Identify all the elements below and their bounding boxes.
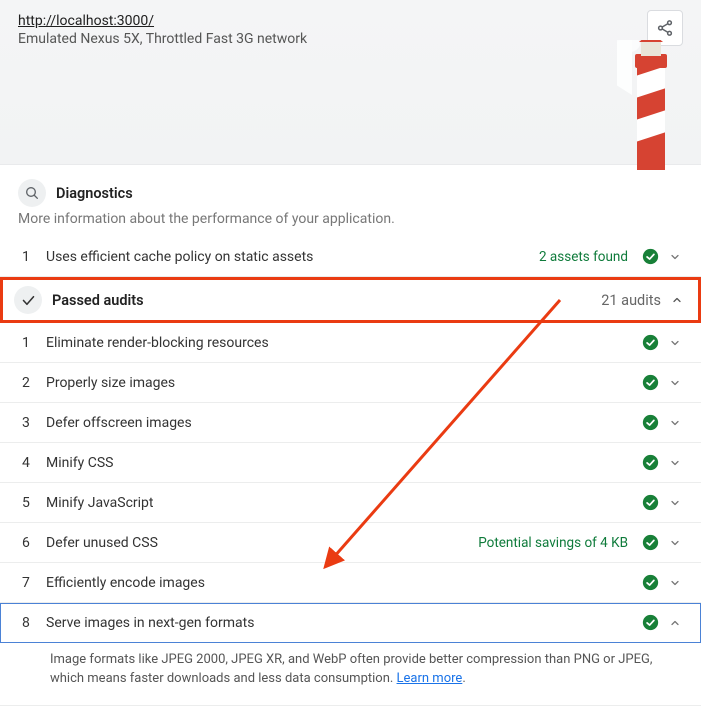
audit-description-text: Image formats like JPEG 2000, JPEG XR, a… — [50, 652, 652, 686]
chevron-down-icon — [669, 251, 683, 263]
row-number: 7 — [22, 575, 46, 591]
row-number: 3 — [22, 415, 46, 431]
diagnostics-title: Diagnostics — [56, 185, 133, 202]
chevron-down-icon — [669, 537, 683, 549]
audit-description: Image formats like JPEG 2000, JPEG XR, a… — [0, 643, 701, 706]
magnifier-icon — [18, 179, 46, 207]
device-subtitle: Emulated Nexus 5X, Throttled Fast 3G net… — [18, 31, 683, 47]
check-badge-icon — [642, 334, 659, 351]
check-badge-icon — [642, 454, 659, 471]
diagnostics-rows: 1 Uses efficient cache policy on static … — [0, 237, 701, 277]
row-number: 8 — [22, 615, 46, 631]
diagnostics-header: Diagnostics — [0, 165, 701, 211]
audit-row[interactable]: 7Efficiently encode images — [0, 563, 701, 603]
diagnostics-subtitle: More information about the performance o… — [0, 211, 701, 237]
audit-label: Uses efficient cache policy on static as… — [46, 249, 539, 265]
audit-row[interactable]: 8Serve images in next-gen formats — [0, 603, 701, 643]
chevron-up-icon — [671, 294, 683, 306]
audit-row[interactable]: 2Properly size images — [0, 363, 701, 403]
audit-label: Efficiently encode images — [46, 575, 642, 591]
audit-label: Eliminate render-blocking resources — [46, 335, 642, 351]
report-url-link[interactable]: http://localhost:3000/ — [18, 13, 154, 29]
audit-row[interactable]: 1Eliminate render-blocking resources — [0, 323, 701, 363]
audit-label: Properly size images — [46, 375, 642, 391]
audit-label: Serve images in next-gen formats — [46, 615, 642, 631]
audit-label: Defer offscreen images — [46, 415, 642, 431]
row-number: 5 — [22, 495, 46, 511]
chevron-up-icon — [669, 617, 683, 629]
passed-audits-count: 21 audits — [601, 292, 661, 309]
check-badge-icon — [642, 374, 659, 391]
audit-label: Minify CSS — [46, 455, 642, 471]
row-number: 2 — [22, 375, 46, 391]
check-badge-icon — [642, 574, 659, 591]
chevron-down-icon — [669, 577, 683, 589]
passed-audits-title: Passed audits — [52, 292, 601, 309]
audit-row[interactable]: 3Defer offscreen images — [0, 403, 701, 443]
passed-audit-rows: 1Eliminate render-blocking resources2Pro… — [0, 323, 701, 643]
audit-label: Minify JavaScript — [46, 495, 642, 511]
audit-row[interactable]: 4Minify CSS — [0, 443, 701, 483]
learn-more-link[interactable]: Learn more — [397, 671, 463, 686]
chevron-down-icon — [669, 337, 683, 349]
audit-row[interactable]: 6Defer unused CSSPotential savings of 4 … — [0, 523, 701, 563]
audit-extra: 2 assets found — [539, 249, 628, 265]
check-badge-icon — [642, 414, 659, 431]
check-badge-icon — [642, 494, 659, 511]
audit-row[interactable]: 1 Uses efficient cache policy on static … — [0, 237, 701, 277]
checkmark-icon — [14, 286, 42, 314]
share-icon — [656, 19, 674, 37]
row-number: 1 — [22, 335, 46, 351]
audit-extra: Potential savings of 4 KB — [478, 535, 628, 551]
audit-row[interactable]: 5Minify JavaScript — [0, 483, 701, 523]
check-badge-icon — [642, 614, 659, 631]
chevron-down-icon — [669, 417, 683, 429]
lighthouse-illustration — [617, 40, 677, 160]
passed-audits-header[interactable]: Passed audits 21 audits — [0, 277, 701, 323]
chevron-down-icon — [669, 377, 683, 389]
row-number: 4 — [22, 455, 46, 471]
check-badge-icon — [642, 248, 659, 265]
chevron-down-icon — [669, 497, 683, 509]
check-badge-icon — [642, 534, 659, 551]
report-header: http://localhost:3000/ Emulated Nexus 5X… — [0, 0, 701, 165]
row-number: 1 — [22, 249, 46, 265]
row-number: 6 — [22, 535, 46, 551]
audit-label: Defer unused CSS — [46, 535, 478, 551]
chevron-down-icon — [669, 457, 683, 469]
